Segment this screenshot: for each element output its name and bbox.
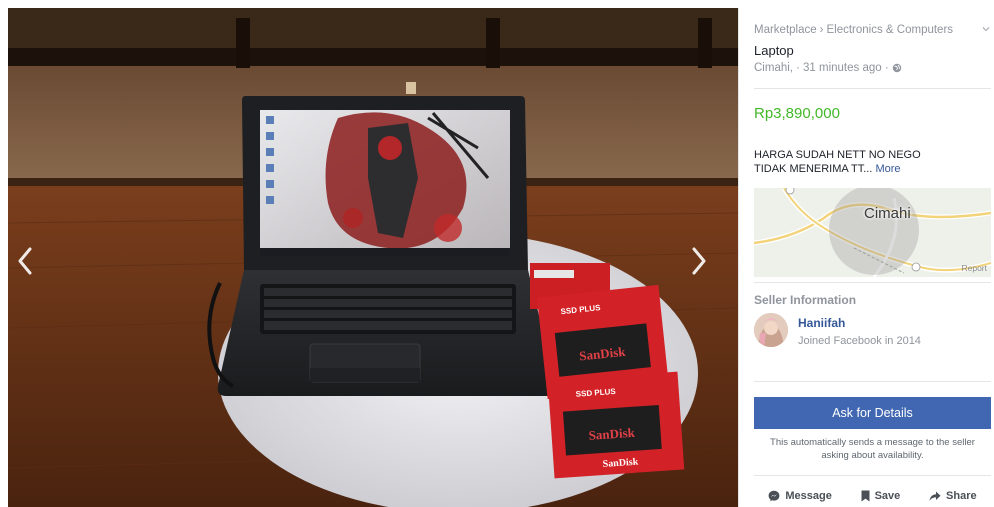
- divider: [754, 282, 991, 283]
- messenger-icon: [768, 490, 780, 502]
- seller-info-heading: Seller Information: [754, 293, 857, 307]
- chevron-left-icon: [18, 247, 32, 275]
- marketplace-listing-page: SSD PLUS SanDisk SSD PLUS SanDisk SanDis…: [0, 0, 994, 507]
- divider: [754, 475, 991, 476]
- save-button[interactable]: Save: [861, 490, 901, 502]
- seller-joined-text: Joined Facebook in 2014: [798, 335, 921, 347]
- share-arrow-icon: [929, 491, 941, 501]
- ask-for-details-note: This automatically sends a message to th…: [754, 436, 991, 462]
- ask-for-details-button[interactable]: Ask for Details: [754, 397, 991, 429]
- location-map[interactable]: Cimahi Report: [754, 188, 991, 277]
- bookmark-icon: [861, 490, 870, 502]
- ask-note-line-1: This automatically sends a message to th…: [770, 437, 975, 448]
- next-photo-button[interactable]: [690, 246, 730, 296]
- listing-posted-time: · 31 minutes ago ·: [795, 62, 889, 74]
- ssd-package-3: SSD PLUS SanDisk SanDisk: [547, 371, 685, 479]
- listing-title: Laptop: [754, 43, 794, 58]
- chevron-down-icon[interactable]: [981, 24, 991, 34]
- description-line-2: TIDAK MENERIMA TT... More: [754, 162, 984, 176]
- listing-photo-viewer[interactable]: SSD PLUS SanDisk SSD PLUS SanDisk SanDis…: [8, 8, 738, 507]
- see-more-link[interactable]: More: [875, 163, 900, 175]
- breadcrumb: Marketplace › Electronics & Computers: [754, 24, 953, 36]
- map-report-link[interactable]: Report: [961, 263, 987, 273]
- listing-actions-bar: Message Save Share: [754, 490, 991, 502]
- ask-note-line-2: asking about availability.: [821, 450, 924, 461]
- message-button[interactable]: Message: [768, 490, 832, 502]
- description-line-2-text: TIDAK MENERIMA TT...: [754, 163, 873, 175]
- breadcrumb-marketplace-link[interactable]: Marketplace: [754, 24, 817, 36]
- previous-photo-button[interactable]: [16, 246, 56, 296]
- listing-photo: SSD PLUS SanDisk SSD PLUS SanDisk SanDis…: [8, 8, 738, 507]
- avatar-image: [754, 313, 788, 347]
- breadcrumb-category-link[interactable]: Electronics & Computers: [826, 24, 953, 36]
- listing-price: Rp3,890,000: [754, 105, 840, 122]
- description-line-1: HARGA SUDAH NETT NO NEGO: [754, 149, 921, 161]
- share-label: Share: [946, 490, 977, 502]
- listing-meta: Cimahi, · 31 minutes ago ·: [754, 62, 902, 74]
- breadcrumb-separator: ›: [819, 24, 824, 36]
- save-label: Save: [874, 490, 901, 502]
- chevron-right-icon: [692, 247, 706, 275]
- listing-location[interactable]: Cimahi,: [754, 62, 793, 74]
- share-button[interactable]: Share: [929, 490, 977, 502]
- seller-avatar[interactable]: [754, 313, 788, 347]
- listing-details-panel: Marketplace › Electronics & Computers Lapt…: [738, 8, 994, 507]
- seller-name-link[interactable]: Haniifah: [798, 316, 845, 330]
- divider: [754, 88, 991, 89]
- message-label: Message: [785, 490, 832, 502]
- globe-icon: [892, 63, 901, 73]
- map-image: [754, 188, 991, 277]
- map-city-label: Cimahi: [864, 205, 911, 222]
- listing-description: HARGA SUDAH NETT NO NEGO TIDAK MENERIMA …: [754, 148, 984, 176]
- divider: [754, 381, 991, 382]
